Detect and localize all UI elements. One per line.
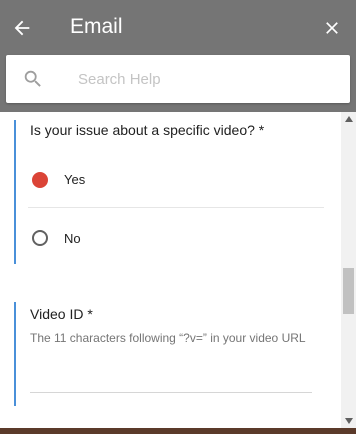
close-button[interactable] bbox=[316, 12, 348, 44]
video-id-help-text: The 11 characters following “?v=” in you… bbox=[30, 331, 306, 345]
radio-yes[interactable] bbox=[32, 171, 48, 188]
search-input[interactable] bbox=[78, 65, 328, 93]
page-title: Email bbox=[70, 15, 123, 38]
email-help-panel: Email Is your issue about a specific vid… bbox=[0, 0, 356, 434]
scrollbar-thumb[interactable] bbox=[343, 268, 354, 314]
search-icon bbox=[24, 70, 41, 87]
video-id-label: Video ID * bbox=[30, 306, 93, 322]
background-strip bbox=[0, 428, 356, 434]
option-yes-label: Yes bbox=[64, 172, 86, 187]
video-id-section: Video ID * The 11 characters following “… bbox=[14, 302, 324, 406]
header-bar: Email bbox=[0, 0, 356, 112]
arrow-left-icon bbox=[14, 20, 30, 36]
close-icon bbox=[326, 22, 338, 34]
video-id-input[interactable] bbox=[30, 392, 312, 393]
scroll-up-button[interactable] bbox=[341, 112, 356, 126]
option-no[interactable]: No bbox=[28, 210, 324, 266]
scrollbar[interactable] bbox=[341, 112, 356, 428]
option-no-label: No bbox=[64, 230, 81, 246]
form-content: Is your issue about a specific video? * … bbox=[0, 112, 340, 428]
radio-no[interactable] bbox=[32, 230, 48, 246]
back-button[interactable] bbox=[6, 12, 38, 44]
video-question-section: Is your issue about a specific video? * … bbox=[14, 120, 324, 264]
triangle-down-icon bbox=[344, 418, 353, 424]
triangle-up-icon bbox=[344, 116, 353, 122]
search-box bbox=[6, 55, 350, 103]
question-label: Is your issue about a specific video? * bbox=[30, 122, 265, 138]
option-yes[interactable]: Yes bbox=[28, 152, 324, 208]
scroll-down-button[interactable] bbox=[341, 414, 356, 428]
